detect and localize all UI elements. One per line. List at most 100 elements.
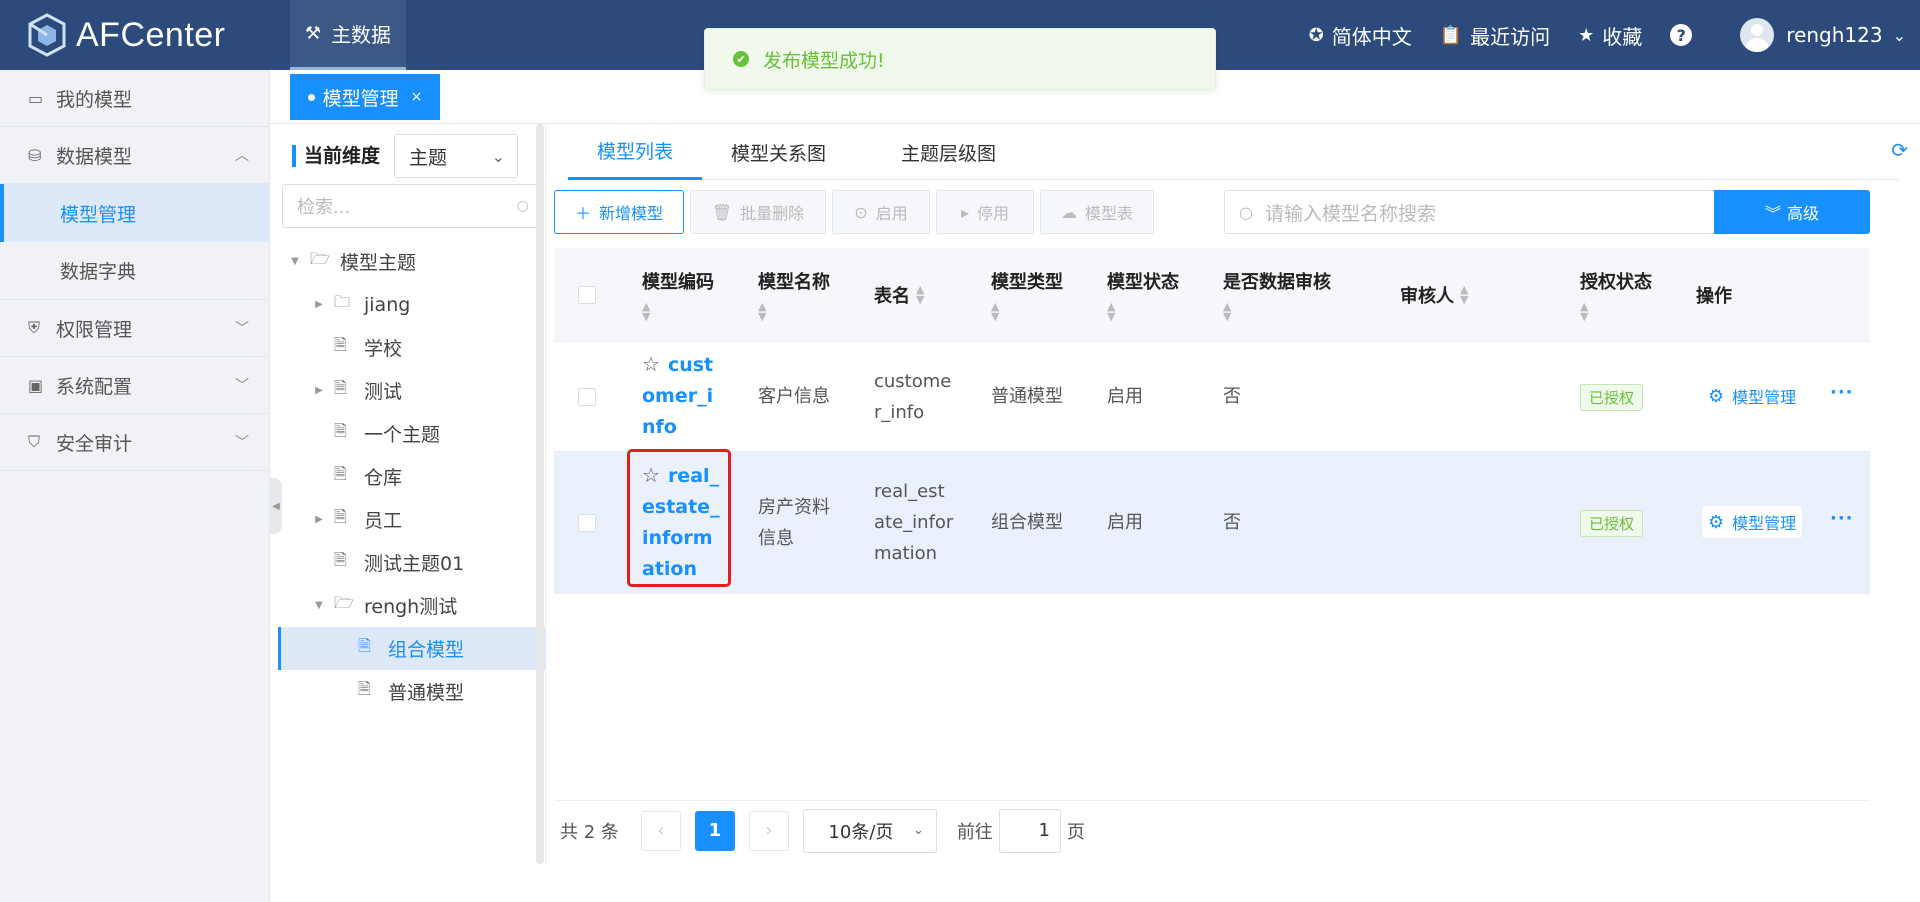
tree-node[interactable]: 🗎 一个主题	[278, 412, 546, 455]
column-name[interactable]: 模型名称 ▲ ▼	[758, 248, 830, 342]
tree-node[interactable]: 🗎 仓库	[278, 455, 546, 498]
favorites[interactable]: ★ 收藏	[1578, 21, 1642, 50]
sidebar-item-data-dictionary[interactable]: 数据字典	[0, 242, 269, 300]
gear-icon: ⚙	[1708, 385, 1725, 407]
tree-node[interactable]: ▶ 🗎 测试	[278, 369, 546, 412]
sort-icon[interactable]: ▲ ▼	[916, 284, 924, 305]
close-icon[interactable]: ×	[411, 89, 423, 105]
column-status[interactable]: 模型状态 ▲ ▼	[1107, 248, 1179, 342]
sidebar-item-data-model[interactable]: ⛁ 数据模型 ︿	[0, 127, 269, 184]
table-name: customer_info	[874, 371, 952, 423]
help-icon[interactable]: ?	[1670, 24, 1693, 46]
main-tabs: 模型列表 模型关系图 主题层级图	[568, 124, 1898, 180]
dimension-label: 当前维度	[292, 145, 380, 167]
tab-theme-hierarchy[interactable]: 主题层级图	[901, 124, 996, 180]
star-outline-icon[interactable]: ☆	[642, 463, 660, 487]
row-checkbox[interactable]	[578, 388, 596, 406]
sidebar-item-label: 数据模型	[56, 145, 133, 168]
goto-page-input[interactable]: 1	[998, 808, 1061, 853]
tree-node[interactable]: 🗎 普通模型	[278, 670, 546, 713]
tree-node[interactable]: ▼ 🗁 模型主题	[278, 240, 546, 283]
tree-node-label: rengh测试	[364, 596, 458, 618]
tree-node[interactable]: ▶ 🗎 员工	[278, 498, 546, 541]
star-outline-icon[interactable]: ☆	[642, 352, 660, 376]
user-menu[interactable]: rengh123 ⌄	[1740, 18, 1906, 52]
toast-message: 发布模型成功!	[763, 49, 885, 72]
column-auditor[interactable]: 审核人 ▲ ▼	[1400, 248, 1468, 342]
sort-icon[interactable]: ▲ ▼	[1460, 284, 1468, 305]
document-icon: 🗎	[358, 636, 371, 655]
shield-icon: ⛨	[28, 318, 41, 337]
model-table-button[interactable]: ☁ 模型表	[1040, 190, 1154, 234]
dimension-select[interactable]: 主题 ⌄	[394, 134, 519, 178]
model-status: 启用	[1107, 386, 1143, 407]
enable-button[interactable]: ⊙ 启用	[832, 190, 930, 234]
tab-model-list[interactable]: 模型列表	[568, 124, 702, 180]
sort-icon[interactable]: ▲ ▼	[758, 301, 830, 322]
column-type[interactable]: 模型类型 ▲ ▼	[991, 248, 1063, 342]
sidebar-item-security-audit[interactable]: ⛉ 安全审计 ﹀	[0, 414, 269, 471]
tree-node-label: 测试	[364, 381, 403, 403]
tree-node[interactable]: ▼ 🗁 rengh测试	[278, 584, 546, 627]
page-number-current[interactable]: 1	[694, 810, 735, 851]
sort-icon[interactable]: ▲ ▼	[991, 301, 1063, 322]
active-dot	[307, 93, 315, 101]
auth-status-badge: 已授权	[1580, 384, 1644, 411]
table-header: 模型编码 ▲ ▼ 模型名称 ▲ ▼ 表名 ▲ ▼ 模型类型 ▲ ▼ 模型状态 ▲ ▼ 是否…	[554, 248, 1870, 342]
column-audit[interactable]: 是否数据审核 ▲ ▼	[1223, 248, 1331, 342]
tree-node[interactable]: 🗎 学校	[278, 326, 546, 369]
model-manage-label: 模型管理	[1732, 514, 1797, 533]
language-switch[interactable]: ✪ 简体中文	[1309, 21, 1412, 50]
tree-node-label: 测试主题01	[364, 553, 465, 575]
advanced-search-button[interactable]: ︾ 高级	[1714, 190, 1870, 234]
more-icon[interactable]: ···	[1830, 382, 1854, 403]
toolbar: ＋ 新增模型 🗑 批量删除 ⊙ 启用 ▸ 停用 ☁ 模型表	[554, 190, 1160, 234]
page-tab-model-management[interactable]: 模型管理 ×	[290, 74, 440, 120]
model-manage-link[interactable]: ⚙ 模型管理	[1702, 506, 1803, 538]
tree-node[interactable]: ▶ 🗀 jiang	[278, 283, 546, 326]
model-search-input[interactable]: ○ 请输入模型名称搜索	[1224, 190, 1714, 234]
page-size-select[interactable]: 10条/页 ⌄	[802, 808, 937, 853]
tree-scrollbar[interactable]	[536, 124, 544, 864]
sort-icon[interactable]: ▲ ▼	[1223, 301, 1331, 322]
refresh-icon[interactable]: ⟳	[1891, 138, 1908, 162]
model-code-link[interactable]: ☆ customer_info	[642, 349, 718, 443]
model-code-link[interactable]: ☆ real_estate_information	[642, 460, 720, 585]
model-type: 组合模型	[991, 512, 1063, 533]
sidebar-item-model-management[interactable]: 模型管理	[0, 184, 269, 242]
caret-right-icon: ▶	[315, 385, 323, 396]
sort-icon[interactable]: ▲ ▼	[642, 301, 714, 322]
nav-master-data[interactable]: ⚒ 主数据	[290, 0, 406, 70]
recent-label: 最近访问	[1470, 24, 1551, 49]
next-page-button[interactable]: ›	[748, 810, 789, 851]
tree-node-selected[interactable]: 🗎 组合模型	[278, 627, 546, 670]
disable-button[interactable]: ▸ 停用	[936, 190, 1034, 234]
tab-model-relation[interactable]: 模型关系图	[731, 124, 826, 180]
more-icon[interactable]: ···	[1830, 508, 1854, 529]
prev-page-button[interactable]: ‹	[640, 810, 681, 851]
column-table[interactable]: 表名 ▲ ▼	[874, 248, 924, 342]
audit-flag: 否	[1223, 512, 1241, 533]
row-checkbox[interactable]	[578, 514, 596, 532]
add-model-button[interactable]: ＋ 新增模型	[554, 190, 684, 234]
column-code[interactable]: 模型编码 ▲ ▼	[642, 248, 714, 342]
sidebar-item-system-config[interactable]: ▣ 系统配置 ﹀	[0, 357, 269, 414]
table-row[interactable]: ☆ real_estate_information 房产资料信息 real_est…	[554, 449, 1870, 594]
select-all-checkbox[interactable]	[578, 286, 596, 304]
batch-delete-button[interactable]: 🗑 批量删除	[690, 190, 826, 234]
app-name: AFCenter	[76, 15, 226, 54]
chevron-down-icon: ﹀	[235, 378, 249, 394]
recent-visits[interactable]: 📋 最近访问	[1440, 21, 1550, 50]
cloud-icon: ☁	[1060, 202, 1077, 222]
logo[interactable]: AFCenter	[0, 0, 270, 70]
table-row[interactable]: ☆ customer_info 客户信息 customer_info 普通模型 启…	[554, 342, 1870, 452]
tree-node[interactable]: 🗎 测试主题01	[278, 541, 546, 584]
tree-search-input[interactable]: 检索... ○	[282, 184, 540, 228]
column-auth[interactable]: 授权状态 ▲ ▼	[1580, 248, 1652, 342]
sort-icon[interactable]: ▲ ▼	[1580, 301, 1652, 322]
model-manage-link[interactable]: ⚙ 模型管理	[1708, 384, 1796, 408]
sidebar-item-permission[interactable]: ⛨ 权限管理 ﹀	[0, 300, 269, 357]
sort-icon[interactable]: ▲ ▼	[1107, 301, 1179, 322]
sidebar-item-my-models[interactable]: ▭ 我的模型	[0, 70, 269, 127]
tree-node-label: 学校	[364, 338, 403, 360]
